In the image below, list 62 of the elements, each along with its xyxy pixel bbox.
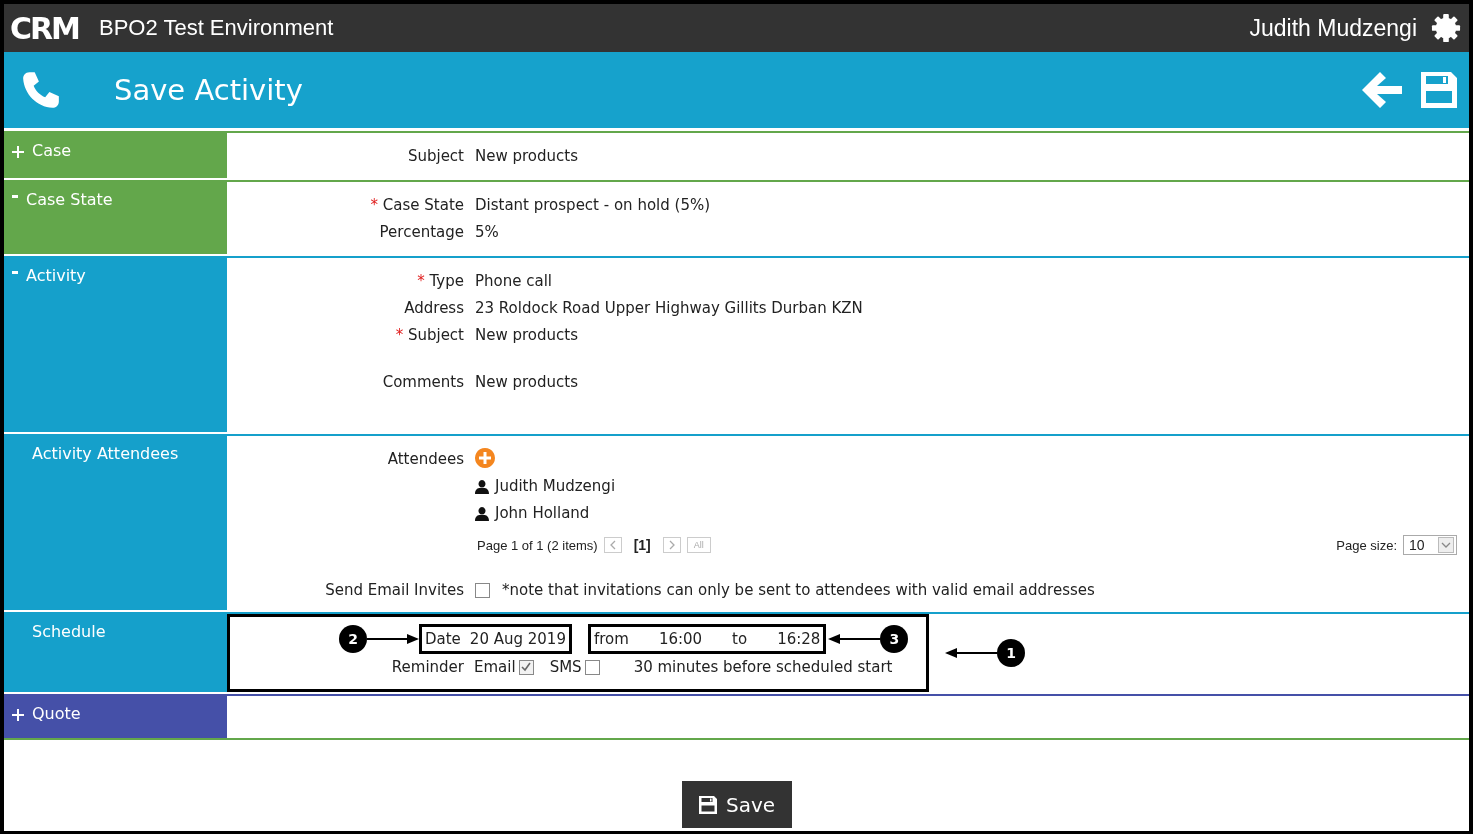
minus-icon	[12, 271, 18, 274]
checkbox[interactable]	[475, 583, 490, 598]
checkbox[interactable]	[584, 659, 600, 675]
callout-marker: 3	[880, 625, 909, 653]
field-label: * Subject	[394, 325, 464, 346]
option-label: Email	[474, 658, 516, 676]
callout-marker: 2	[339, 625, 367, 653]
checkbox[interactable]	[518, 659, 534, 675]
from-label: from	[593, 630, 629, 648]
environment-title: BPO2 Test Environment	[99, 15, 334, 41]
plus-icon	[12, 709, 24, 721]
field-value: New products	[475, 372, 579, 393]
caret-icon	[1438, 537, 1454, 553]
pointer-arrow	[828, 633, 881, 645]
field-label: * Type	[416, 271, 464, 292]
field-value: Phone call	[475, 271, 553, 292]
field-value: Distant prospect - on hold (5%)	[475, 195, 712, 216]
field-label: Attendees	[386, 449, 464, 470]
add-icon[interactable]	[475, 448, 495, 468]
date-value[interactable]: 20 Aug 2019	[469, 630, 566, 648]
field-value: 23 Roldock Road Upper Highway Gillits Durban KZN	[475, 298, 864, 319]
to-label: to	[732, 630, 748, 648]
page-size-label: Page size:	[1336, 537, 1397, 553]
field-label: Send Email Invites	[324, 580, 464, 601]
field-label: Address	[403, 298, 464, 319]
field-value: New products	[475, 325, 579, 346]
section-header[interactable]: Quote	[4, 694, 227, 738]
settings-icon[interactable]	[1431, 13, 1461, 43]
phone-icon	[20, 69, 62, 111]
app-logo: CRM	[10, 10, 79, 46]
page-title: Save Activity	[114, 73, 303, 107]
plus-icon	[12, 146, 24, 158]
save-button[interactable]: Save	[681, 781, 792, 828]
end-time[interactable]: 16:28	[777, 630, 821, 648]
field-label: Reminder	[390, 658, 464, 676]
date-label: Date	[425, 630, 461, 648]
callout-marker: 1	[997, 639, 1025, 667]
person-icon	[475, 479, 489, 494]
minus-icon	[12, 195, 18, 198]
save-icon	[697, 794, 718, 815]
next-page-button[interactable]	[662, 537, 681, 553]
field-label: Percentage	[378, 222, 464, 243]
start-time[interactable]: 16:00	[658, 630, 703, 648]
field-label: * Case State	[369, 195, 464, 216]
reminder-text: 30 minutes before scheduled start	[633, 658, 893, 676]
attendee-name[interactable]: Judith Mudzengi	[495, 473, 616, 500]
field-value: 5%	[475, 222, 500, 243]
current-page-link[interactable]: [1]	[633, 537, 651, 553]
attendee-name[interactable]: John Holland	[495, 500, 590, 527]
field-label: Comments	[381, 372, 464, 393]
field-value: New products	[475, 146, 579, 167]
user-name[interactable]: Judith Mudzengi	[1249, 14, 1417, 42]
previous-page-button[interactable]	[603, 537, 622, 553]
option-label: SMS	[549, 658, 582, 676]
pager-summary: Page 1 of 1 (2 items)	[477, 537, 598, 553]
field-label: Subject	[406, 146, 464, 167]
invites-note: *note that invitations can only be sent to attendees with valid email addresses	[502, 580, 1095, 601]
save-icon[interactable]	[1419, 70, 1459, 110]
pointer-arrow	[945, 647, 997, 659]
page-size-dropdown[interactable]: 10	[1403, 535, 1457, 555]
person-icon	[475, 506, 489, 521]
back-arrow-icon[interactable]	[1361, 72, 1403, 108]
